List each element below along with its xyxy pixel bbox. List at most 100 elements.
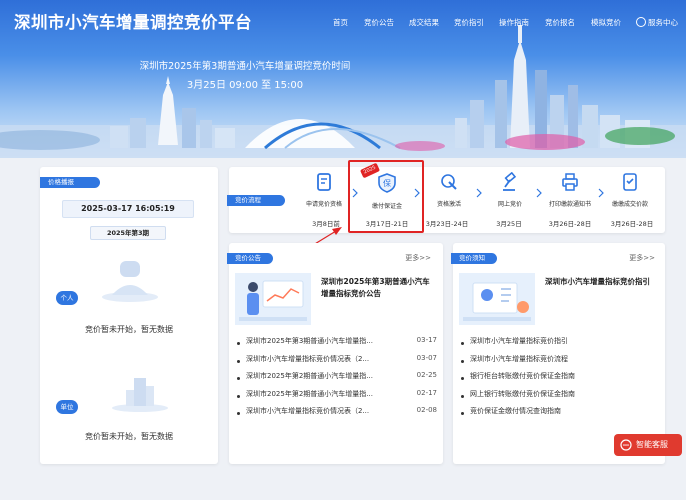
step-label: 缴缴成交价款 <box>611 201 648 208</box>
process-panel-ribbon: 竞价流程 <box>227 195 285 206</box>
list-item[interactable]: 深圳市小汽车增量指标竞价流程 <box>461 354 657 372</box>
chevron-right-icon <box>536 188 542 198</box>
list-item[interactable]: 深圳市小汽车增量指标竞价情况表（2... 03-07 <box>237 354 437 372</box>
nav-guide[interactable]: 竞价指引 <box>454 17 484 28</box>
bullet-icon <box>461 359 464 363</box>
item-date: 02-08 <box>416 406 437 414</box>
bullet-icon <box>237 394 240 398</box>
bullet-icon <box>461 394 464 398</box>
step-pay-price[interactable]: 缴缴成交价款 <box>598 172 662 208</box>
bullet-icon <box>461 412 464 415</box>
item-date: 02-17 <box>416 388 437 397</box>
step-print-notice[interactable]: 打印缴款通知书 <box>538 172 602 208</box>
step-date: 3月26日-28日 <box>548 220 592 228</box>
gavel-icon <box>503 171 517 191</box>
notices-list: 深圳市小汽车增量指标竞价指引 深圳市小汽车增量指标竞价流程 银行柜台转账缴付竞价… <box>461 336 657 424</box>
item-title: 深圳市2025年第3期普通小汽车增量指... <box>246 337 373 345</box>
printer-icon <box>562 173 578 191</box>
header-banner: 深圳市小汽车增量调控竞价平台 首页 竞价公告 成交结果 竞价指引 操作指南 竞价… <box>0 0 686 158</box>
nav-service-label: 服务中心 <box>648 18 678 27</box>
datetime-display: 2025-03-17 16:05:19 <box>62 200 194 218</box>
bullet-icon <box>237 377 240 380</box>
chevron-right-icon <box>476 188 482 198</box>
list-item[interactable]: 深圳市2025年第3期普通小汽车增量指... 03-17 <box>237 336 437 354</box>
step-label: 网上竞价 <box>497 201 522 208</box>
payment-doc-icon <box>623 173 637 191</box>
highlight-box <box>348 160 424 233</box>
step-online-bidding[interactable]: 网上竞价 <box>478 171 542 208</box>
step-date: 3月26日-28日 <box>610 220 654 228</box>
announcements-more-link[interactable]: 更多>> <box>405 253 431 263</box>
price-panel: 价格播报 2025-03-17 16:05:19 2025年第3期 个人 竞价暂… <box>40 167 218 464</box>
item-title: 深圳市小汽车增量指标竞价情况表（2... <box>246 354 370 363</box>
user-icon <box>636 17 646 27</box>
hero-title: 深圳市2025年第3期普通小汽车增量调控竞价时间 <box>139 61 351 72</box>
list-item[interactable]: 深圳市2025年第2期普通小汽车增量指... 02-17 <box>237 389 437 407</box>
nav-simulation[interactable]: 模拟竞价 <box>591 17 621 28</box>
company-status: 竞价暂未开始，暂无数据 <box>85 432 173 441</box>
step-activate-qualification[interactable]: 资格激活 <box>417 172 481 208</box>
step-label: 资格激活 <box>436 201 461 208</box>
item-date: 02-25 <box>416 371 437 379</box>
nav-home[interactable]: 首页 <box>333 17 348 28</box>
nav-registration[interactable]: 竞价报名 <box>545 17 575 28</box>
price-panel-ribbon: 价格播报 <box>40 177 100 188</box>
notices-more-link[interactable]: 更多>> <box>629 253 655 263</box>
step-label: 打印缴款通知书 <box>548 201 591 208</box>
notices-panel: 竞价须知 更多>> 深圳市小汽车增量指标竞价指引 深圳市小汽车增量指标竞价指引 … <box>451 243 665 464</box>
chevron-right-icon <box>598 188 604 198</box>
item-title: 竞价保证金缴付情况查询指南 <box>470 407 561 415</box>
company-badge-text: 单位 <box>60 403 74 411</box>
nav-service-center[interactable]: 服务中心 <box>636 17 678 28</box>
top-nav: 首页 竞价公告 成交结果 竞价指引 操作指南 竞价报名 模拟竞价 服务中心 <box>0 17 686 31</box>
step-date: 3月25日 <box>496 220 522 228</box>
announcements-panel: 竞价公告 更多>> 深圳市2025年第3期普通小汽车增量指标竞价公告 深圳市20… <box>227 243 443 464</box>
form-icon <box>317 173 331 191</box>
notice-illustration <box>459 273 535 325</box>
step-apply-qualification[interactable]: 申请竞价资格 <box>292 172 356 208</box>
period-label: 2025年第3期 <box>90 226 166 240</box>
nav-results[interactable]: 成交结果 <box>409 17 439 28</box>
featured-announcement-title[interactable]: 深圳市2025年第3期普通小汽车增量指标竞价公告 <box>321 276 433 300</box>
service-button-label: 智能客服 <box>636 440 668 449</box>
bullet-icon <box>237 412 240 415</box>
step-label: 申请竞价资格 <box>305 201 342 208</box>
step-date: 3月23日-24日 <box>425 220 469 228</box>
cursor-click-icon <box>441 174 457 190</box>
announcement-illustration <box>235 273 311 325</box>
nav-operation-guide[interactable]: 操作指南 <box>499 17 529 28</box>
item-date: 03-17 <box>416 336 437 344</box>
item-title: 深圳市小汽车增量指标竞价流程 <box>470 354 568 363</box>
item-title: 深圳市2025年第2期普通小汽车增量指... <box>246 389 373 398</box>
item-date: 03-07 <box>416 353 437 362</box>
item-title: 银行柜台转账缴付竞价保证金指南 <box>470 372 575 380</box>
announcements-list: 深圳市2025年第3期普通小汽车增量指... 03-17 深圳市小汽车增量指标竞价… <box>237 336 437 424</box>
list-item[interactable]: 网上银行转账缴付竞价保证金指南 <box>461 389 657 407</box>
bullet-icon <box>237 342 240 345</box>
hero-time: 3月25日 09:00 至 15:00 <box>186 80 304 91</box>
period-text: 2025年第3期 <box>106 229 150 237</box>
company-badge: 单位 <box>56 400 78 414</box>
list-item[interactable]: 深圳市小汽车增量指标竞价情况表（2... 02-08 <box>237 406 437 424</box>
list-item[interactable]: 竞价保证金缴付情况查询指南 <box>461 406 657 424</box>
nav-announcements[interactable]: 竞价公告 <box>364 17 394 28</box>
person-illustration-icon <box>102 261 158 302</box>
personal-badge: 个人 <box>56 291 78 305</box>
bullet-icon <box>237 359 240 363</box>
smart-service-button[interactable]: 智能客服 <box>614 434 682 456</box>
personal-badge-text: 个人 <box>60 294 74 302</box>
item-title: 深圳市小汽车增量指标竞价情况表（2... <box>246 407 370 415</box>
personal-status: 竞价暂未开始，暂无数据 <box>85 325 173 334</box>
building-illustration-icon <box>112 378 168 412</box>
chat-bubble-icon <box>620 439 632 451</box>
list-item[interactable]: 深圳市2025年第2期普通小汽车增量指... 02-25 <box>237 371 437 389</box>
list-item[interactable]: 银行柜台转账缴付竞价保证金指南 <box>461 371 657 389</box>
notices-ribbon: 竞价须知 <box>451 253 497 264</box>
datetime-text: 2025-03-17 16:05:19 <box>81 204 175 213</box>
item-title: 网上银行转账缴付竞价保证金指南 <box>470 389 575 398</box>
featured-notice-title[interactable]: 深圳市小汽车增量指标竞价指引 <box>545 276 657 288</box>
item-title: 深圳市小汽车增量指标竞价指引 <box>470 337 568 345</box>
item-title: 深圳市2025年第2期普通小汽车增量指... <box>246 372 373 380</box>
bullet-icon <box>461 377 464 380</box>
list-item[interactable]: 深圳市小汽车增量指标竞价指引 <box>461 336 657 354</box>
